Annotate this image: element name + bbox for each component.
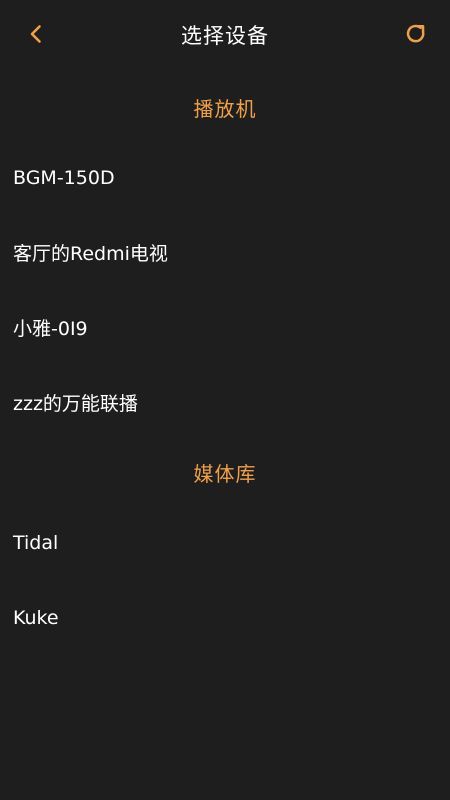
- refresh-icon: [406, 24, 425, 43]
- device-item-zzz-cast[interactable]: zzz的万能联播: [0, 365, 450, 440]
- media-item-tidal[interactable]: Tidal: [0, 505, 450, 580]
- device-list: 播放机 BGM-150D 客厅的Redmi电视 小雅-0I9 zzz的万能联播 …: [0, 75, 450, 655]
- media-item-kuke[interactable]: Kuke: [0, 580, 450, 655]
- device-item-redmi-tv[interactable]: 客厅的Redmi电视: [0, 215, 450, 290]
- device-item-bgm-150d[interactable]: BGM-150D: [0, 140, 450, 215]
- section-header-media-library: 媒体库: [193, 462, 257, 486]
- page-title: 选择设备: [181, 24, 269, 48]
- top-app-bar: 选择设备: [0, 0, 450, 70]
- select-device-screen: 选择设备 播放机 BGM-150D 客厅的Redmi电视 小雅-0I9 zzz的…: [0, 0, 450, 800]
- device-item-xiaoya[interactable]: 小雅-0I9: [0, 290, 450, 365]
- section-header-players: 播放机: [193, 97, 257, 121]
- refresh-button[interactable]: [398, 16, 434, 52]
